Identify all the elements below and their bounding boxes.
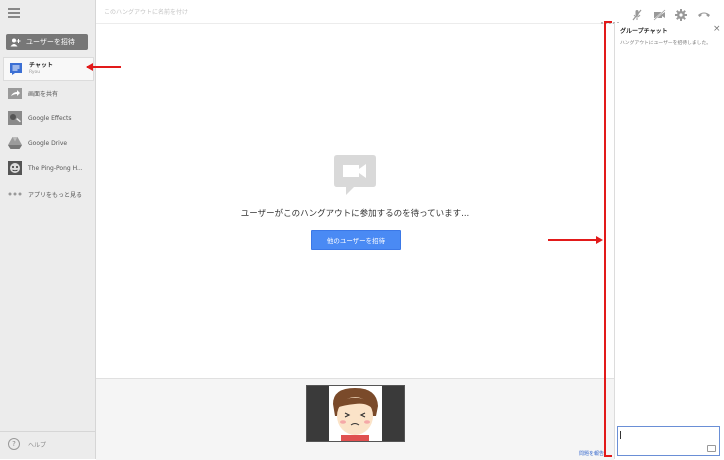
text-caret xyxy=(620,431,621,439)
emoji-icon[interactable] xyxy=(707,445,716,452)
chat-message-input[interactable] xyxy=(617,426,720,456)
more-dots-icon xyxy=(8,187,22,201)
sidebar-item-google-drive[interactable]: Google Drive xyxy=(3,132,92,154)
waiting-message: ユーザーがこのハングアウトに参加するのを待っています... xyxy=(240,209,470,219)
sidebar-item-screen-share[interactable]: 画面を共有 xyxy=(3,82,92,104)
annotation-arrowhead-panel xyxy=(596,236,603,244)
add-person-icon xyxy=(10,38,21,47)
help-icon: ? xyxy=(8,438,20,450)
sidebar-item-label: チャット xyxy=(29,62,53,69)
signal-dots-icon xyxy=(601,10,621,24)
video-camera-placeholder-icon xyxy=(334,155,376,195)
chat-panel-title: グループチャット xyxy=(620,28,668,35)
ping-pong-app-icon xyxy=(8,161,22,175)
topbar-divider xyxy=(96,23,614,24)
sidebar-divider xyxy=(0,431,95,432)
chat-icon xyxy=(9,62,23,76)
annotation-arrow-panel xyxy=(548,239,598,241)
report-problem-link[interactable]: 問題を報告 xyxy=(579,450,604,457)
help-link[interactable]: ? ヘルプ xyxy=(8,438,46,450)
invite-users-button[interactable]: ユーザーを招待 xyxy=(6,34,88,50)
avatar xyxy=(307,386,404,441)
annotation-bracket-vertical xyxy=(604,21,606,457)
drive-icon xyxy=(8,136,22,150)
sidebar-item-google-effects[interactable]: Google Effects xyxy=(3,107,92,129)
hangout-name-input[interactable]: このハングアウトに名前を付け xyxy=(104,7,188,16)
effects-icon xyxy=(8,111,22,125)
settings-icon[interactable] xyxy=(675,6,687,21)
sidebar-item-label: The Ping-Pong H... xyxy=(28,164,83,172)
annotation-bracket-bottom xyxy=(604,455,612,457)
sidebar-item-label: アプリをもっと見る xyxy=(28,191,83,199)
sidebar-item-label: Google Effects xyxy=(28,114,72,122)
mic-off-icon[interactable] xyxy=(631,6,643,21)
sidebar-item-sublabel: Ryou xyxy=(29,70,41,75)
annotation-bracket-top xyxy=(604,21,612,23)
invite-users-label: ユーザーを招待 xyxy=(26,38,75,46)
hangup-icon[interactable] xyxy=(697,6,711,18)
sidebar-item-more-apps[interactable]: アプリをもっと見る xyxy=(3,183,92,205)
menu-icon[interactable] xyxy=(8,6,20,18)
annotation-arrowhead-chat xyxy=(86,63,93,71)
sidebar-item-ping-pong[interactable]: The Ping-Pong H... xyxy=(3,157,92,179)
sidebar-item-label: Google Drive xyxy=(28,139,68,147)
help-label: ヘルプ xyxy=(28,441,47,449)
sidebar-item-chat[interactable]: チャット Ryou xyxy=(3,57,94,81)
sidebar-item-label: 画面を共有 xyxy=(28,90,59,98)
chat-system-message: ハングアウトにユーザーを招待しました。 xyxy=(620,41,712,46)
group-chat-panel xyxy=(614,23,724,459)
screen-share-icon xyxy=(8,86,22,100)
invite-others-button[interactable]: 他のユーザーを招待 xyxy=(311,230,401,250)
close-icon[interactable]: × xyxy=(713,24,721,34)
self-video-thumbnail[interactable] xyxy=(306,385,405,442)
camera-off-icon[interactable] xyxy=(653,6,666,21)
